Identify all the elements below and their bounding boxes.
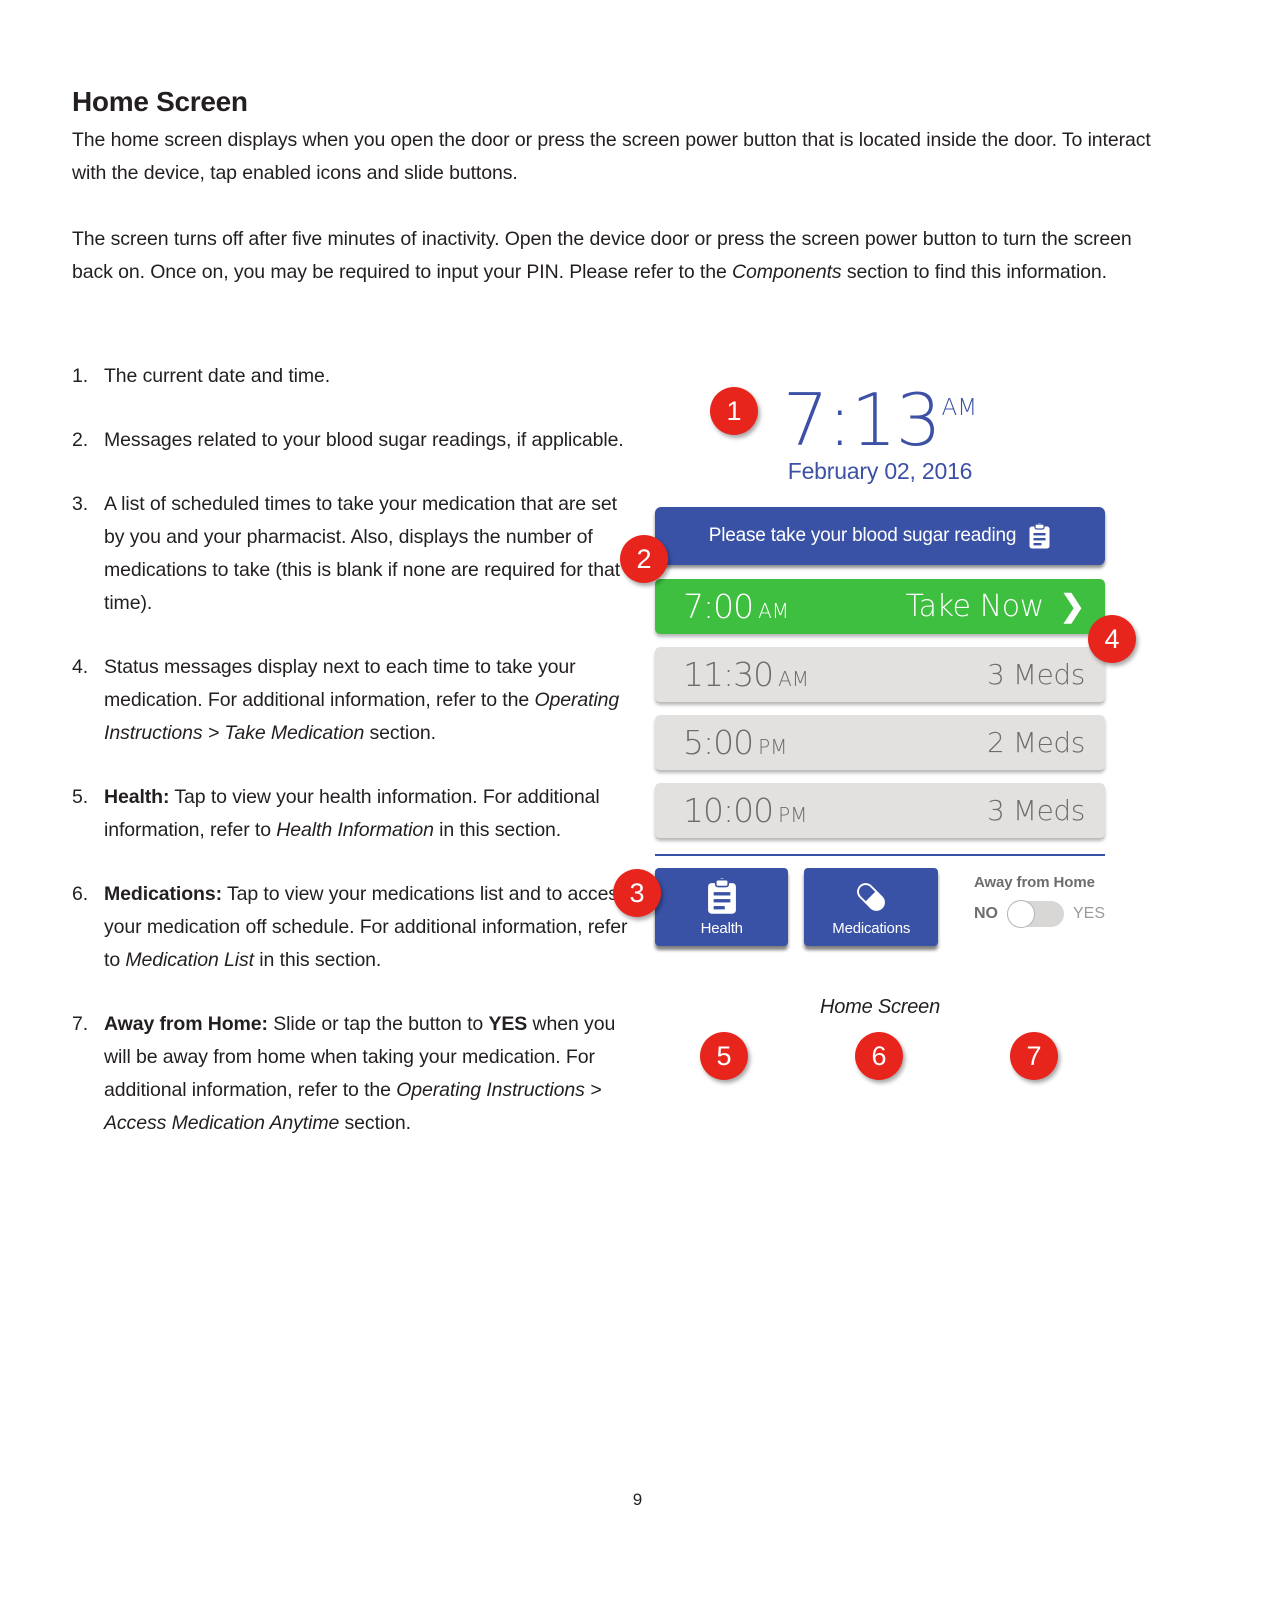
step-text: A list of scheduled times to take your m… [104,493,621,614]
list-item: 1. The current date and time. [72,360,632,393]
schedule-status: 3 Meds [986,658,1085,691]
page: Home Screen The home screen displays whe… [0,0,1275,1599]
schedule-meridiem: AM [758,599,790,623]
switch-off-label: NO [973,905,998,922]
list-item: 7. Away from Home: Slide or tap the butto… [72,1008,632,1140]
clipboard-icon [1028,522,1051,550]
blood-sugar-banner[interactable]: Please take your blood sugar reading [655,507,1105,565]
step-lead: Medications: [104,883,222,905]
callout-marker-2: 2 [620,535,668,583]
step-emphasis: YES [488,1013,528,1035]
schedule-row[interactable]: 5:00 PM 2 Meds [655,715,1105,770]
list-item: 2. Messages related to your blood sugar r… [72,424,632,457]
list-item: 4. Status messages display next to each t… [72,651,632,750]
step-text: Messages related to your blood sugar rea… [104,429,624,451]
schedule-time: 5:00 PM [683,723,787,762]
step-text-b: section. [364,722,437,744]
switch-knob[interactable] [1006,900,1035,928]
step-number: 3. [72,493,89,515]
medications-button-label: Medications [832,919,911,937]
pill-capsule-icon [852,878,890,916]
medications-button[interactable]: Medications [804,868,938,946]
figure-caption: Home Screen [819,996,941,1018]
step-text-italic: Medication List [125,949,254,971]
away-from-home-control: Away from Home NO YES [973,868,1105,928]
health-button[interactable]: Health [655,868,789,946]
list-item: 5. Health: Tap to view your health inform… [72,781,632,847]
step-number: 6. [72,883,89,905]
numbered-steps-list: 1. The current date and time. 2. Messages … [72,360,632,1171]
step-text-b: in this section. [253,949,382,971]
clipboard-icon [706,877,738,916]
away-from-home-title: Away from Home [973,874,1095,891]
intro-paragraph-2: The screen turns off after five minutes … [72,223,1172,289]
callout-marker-1: 1 [710,387,758,435]
callout-marker-4: 4 [1088,615,1136,663]
schedule-status: Take Now [905,589,1045,624]
switch-on-label: YES [1072,905,1105,922]
list-item: 3. A list of scheduled times to take your… [72,488,632,620]
schedule-row-active[interactable]: 7:00 AM Take Now ❯ [655,579,1105,634]
schedule-row[interactable]: 10:00 PM 3 Meds [655,783,1105,838]
article-body: Home Screen The home screen displays whe… [72,86,1172,289]
schedule-time-value: 7:00 [683,587,754,626]
callout-marker-6: 6 [855,1032,903,1080]
step-text: The current date and time. [104,365,331,387]
clock-time-value: 7:13 [782,378,942,462]
schedule-status: 2 Meds [986,726,1085,759]
paragraph-2-italic: Components [732,261,842,283]
page-title: Home Screen [72,86,248,117]
paragraph-2-part-b: section to find this information. [841,261,1107,283]
step-text-b: section. [339,1112,412,1134]
clock-time: 7:13AM [783,370,977,458]
step-lead: Away from Home: [104,1013,268,1035]
step-number: 1. [72,365,89,387]
schedule-time: 7:00 AM [683,587,789,626]
schedule-time-value: 11:30 [683,655,774,694]
callout-marker-7: 7 [1010,1032,1058,1080]
schedule-time: 11:30 AM [683,655,809,694]
blood-sugar-banner-label: Please take your blood sugar reading [708,525,1017,546]
list-item: 6. Medications: Tap to view your medicati… [72,878,632,977]
medication-schedule-list: 7:00 AM Take Now ❯ 11:30 AM 3 Meds 5:00 PM … [655,579,1105,838]
away-from-home-switch[interactable]: NO YES [973,900,1105,928]
step-text-a: Status messages display next to each tim… [104,656,576,711]
section-divider [655,854,1105,856]
step-number: 4. [72,656,89,678]
step-number: 2. [72,429,89,451]
schedule-meridiem: AM [778,667,810,691]
schedule-time-value: 10:00 [683,791,774,830]
bottom-tray: Health Medications Away from Home NO YES [655,868,1105,946]
schedule-status: 3 Meds [986,794,1085,827]
callout-marker-5: 5 [700,1032,748,1080]
health-button-label: Health [700,919,743,937]
step-lead: Health: [104,786,170,808]
callout-marker-3: 3 [613,869,661,917]
step-number: 7. [72,1013,89,1035]
schedule-meridiem: PM [778,803,808,827]
schedule-meridiem: PM [758,735,788,759]
schedule-time: 10:00 PM [683,791,807,830]
chevron-right-icon[interactable]: ❯ [1060,591,1085,622]
clock-meridiem: AM [941,395,978,421]
home-screen-mockup: 7:13AM February 02, 2016 Please take you… [655,370,1105,1019]
step-text-b: in this section. [433,819,562,841]
schedule-row[interactable]: 11:30 AM 3 Meds [655,647,1105,702]
schedule-time-value: 5:00 [683,723,754,762]
step-text-a: Slide or tap the button to [267,1013,489,1035]
step-text-italic: Health Information [276,819,434,841]
page-number: 9 [632,1490,643,1509]
step-number: 5. [72,786,89,808]
clock-date: February 02, 2016 [787,458,973,484]
switch-track[interactable] [1006,900,1064,928]
intro-paragraph-1: The home screen displays when you open t… [72,129,1151,184]
